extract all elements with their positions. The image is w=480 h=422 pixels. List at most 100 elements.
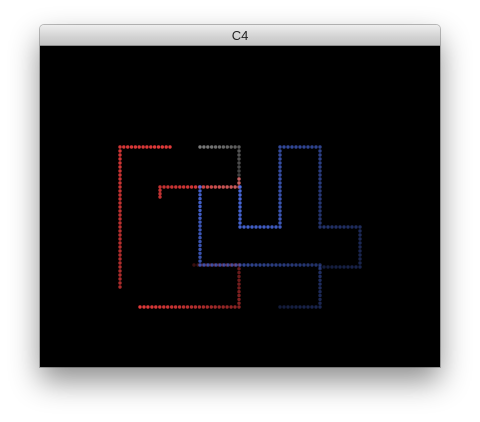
trail-dot xyxy=(221,305,225,309)
trail-dot xyxy=(358,229,362,233)
trail-dot xyxy=(118,213,122,217)
trail-dot xyxy=(306,305,310,309)
trail-dot xyxy=(118,273,122,277)
trail-dot xyxy=(118,149,122,153)
trail-dot xyxy=(298,263,302,267)
trail-dot xyxy=(122,145,126,149)
trail-dot xyxy=(198,243,202,248)
trail-dot xyxy=(137,145,141,149)
trail-dot xyxy=(278,305,282,309)
trail-dot xyxy=(278,201,282,205)
trail-dot xyxy=(118,177,122,181)
trail-dot xyxy=(198,212,202,216)
trail-dot xyxy=(237,169,241,173)
trail-dot xyxy=(237,278,241,282)
trail-dot xyxy=(213,185,218,189)
trail-dot xyxy=(202,263,206,267)
trail-dot xyxy=(238,193,242,197)
trail-dot xyxy=(326,225,330,229)
trail-dot xyxy=(334,265,338,269)
trail-dot xyxy=(198,255,202,259)
trail-dot xyxy=(254,225,258,229)
trail-dot xyxy=(206,145,210,149)
trail-dot xyxy=(346,265,350,269)
trail-dot xyxy=(158,192,162,196)
trail-dot xyxy=(358,261,362,265)
trail-dot xyxy=(234,263,238,267)
trail-dot xyxy=(229,145,233,149)
title-bar[interactable]: C4 xyxy=(40,25,440,46)
trail-dot xyxy=(198,263,202,267)
trail-dot xyxy=(170,185,174,189)
trail-dot xyxy=(237,181,241,185)
trail-dot xyxy=(318,145,322,149)
trail-dot xyxy=(118,197,122,201)
trail-dot xyxy=(198,200,202,205)
trail-dot xyxy=(237,157,241,161)
trail-dot xyxy=(229,185,233,189)
trail-dot xyxy=(278,145,282,149)
trail-dot xyxy=(237,153,241,157)
trail-dot xyxy=(129,145,134,149)
trail-dot xyxy=(278,189,282,193)
trail-dot xyxy=(202,145,206,149)
trail-dot xyxy=(237,165,241,169)
trail-dot xyxy=(198,189,202,193)
trail-dot xyxy=(314,263,318,267)
trail-dot xyxy=(266,225,270,229)
trail-dot xyxy=(198,224,202,228)
trail-dot xyxy=(217,185,222,189)
trail-dot xyxy=(310,305,314,309)
trail-dot xyxy=(294,305,298,309)
trail-dot xyxy=(237,267,241,271)
trail-dot xyxy=(242,225,246,229)
trail-dot xyxy=(290,263,294,267)
trail-dot xyxy=(266,263,270,267)
trail-dot xyxy=(286,263,290,267)
trail-dot xyxy=(278,225,282,229)
trail-dot xyxy=(225,185,229,189)
trail-dot xyxy=(233,145,237,149)
trail-dot xyxy=(118,153,122,157)
trail-dot xyxy=(229,305,233,309)
trail-dot xyxy=(334,225,338,229)
red-trail xyxy=(118,145,172,289)
trail-dot xyxy=(278,161,282,165)
trail-dot xyxy=(233,305,237,309)
trail-dot xyxy=(154,305,158,309)
trail-dot xyxy=(210,145,214,149)
trail-dot xyxy=(166,185,170,189)
trail-dot xyxy=(318,165,322,169)
trail-dot xyxy=(237,274,241,279)
trail-dot xyxy=(198,239,202,244)
trail-dot xyxy=(118,253,122,257)
trail-dot xyxy=(198,145,202,149)
trail-dot xyxy=(342,225,346,229)
render-canvas[interactable] xyxy=(40,46,440,367)
trail-dot xyxy=(318,157,322,161)
trail-dot xyxy=(310,263,314,267)
trail-dot xyxy=(118,169,122,173)
trail-dot xyxy=(206,185,210,189)
trail-dot xyxy=(278,193,282,197)
trail-dot xyxy=(118,173,122,177)
trail-dot xyxy=(278,209,282,213)
trail-dot xyxy=(306,263,310,267)
trail-dot xyxy=(182,185,186,189)
trail-dot xyxy=(278,181,282,185)
trail-dot xyxy=(225,305,229,309)
trail-dot xyxy=(226,263,230,267)
trail-dot xyxy=(318,177,322,181)
trail-dot xyxy=(237,270,241,275)
trail-dot xyxy=(198,232,202,236)
trail-dot xyxy=(217,145,222,149)
trail-dot xyxy=(282,145,286,149)
trail-dot xyxy=(290,305,294,309)
trail-dot xyxy=(242,263,246,267)
trail-dot xyxy=(238,221,242,225)
trail-dot xyxy=(338,265,342,269)
trail-dot xyxy=(318,225,322,229)
trail-dot xyxy=(278,177,282,181)
trail-dot xyxy=(358,225,362,229)
trail-dot xyxy=(118,201,122,205)
